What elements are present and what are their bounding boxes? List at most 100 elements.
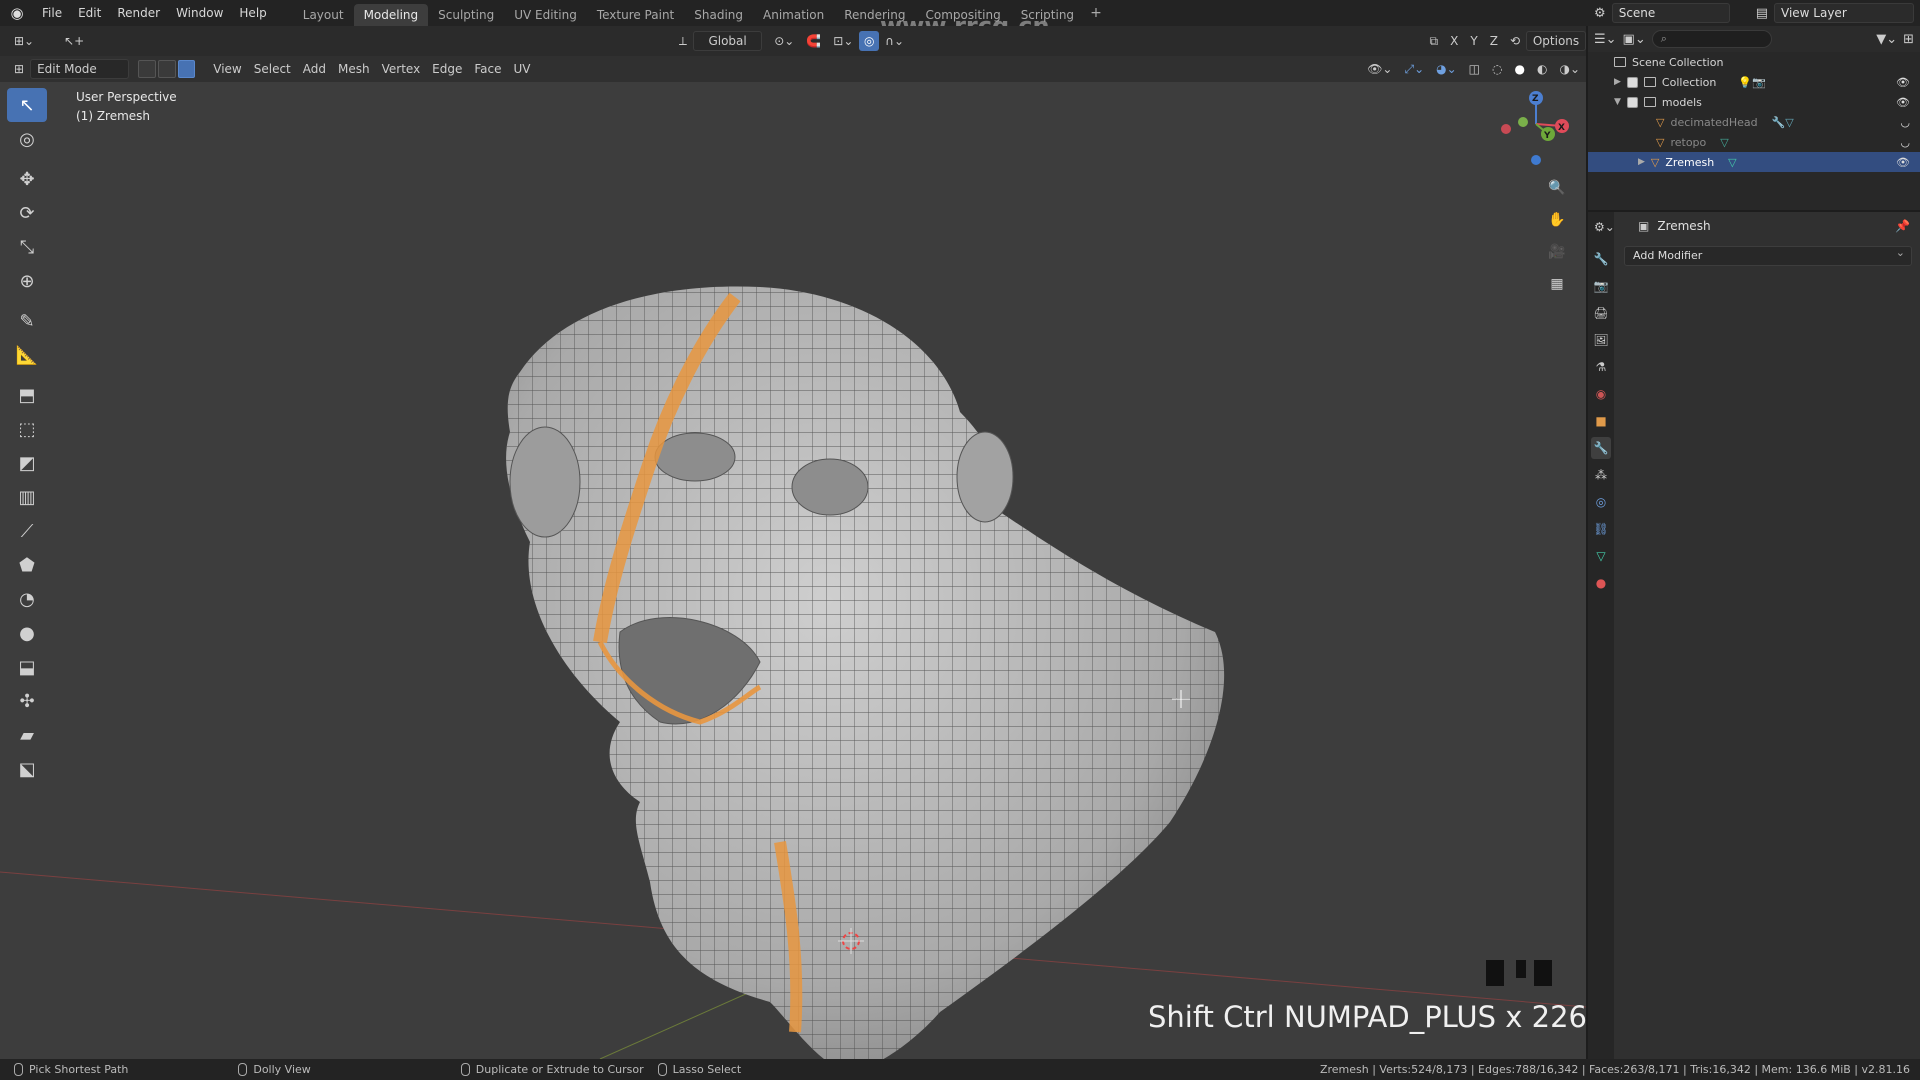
move-tool-icon[interactable]: ✥ bbox=[7, 162, 47, 196]
rip-region-tool-icon[interactable]: ⬕ bbox=[7, 752, 47, 786]
menu-edit[interactable]: Edit bbox=[70, 0, 109, 26]
editor-type-button[interactable]: ⊞ bbox=[8, 59, 30, 79]
world-tab-icon[interactable]: ◉ bbox=[1591, 383, 1611, 405]
modifier-tab-icon[interactable]: 🔧 bbox=[1591, 437, 1611, 459]
new-collection-icon[interactable]: ⊞ bbox=[1903, 32, 1914, 47]
menu-mesh[interactable]: Mesh bbox=[332, 59, 376, 79]
exclude-checkbox[interactable] bbox=[1626, 96, 1638, 108]
menu-view[interactable]: View bbox=[207, 59, 247, 79]
snap-icon[interactable]: 🧲 bbox=[800, 31, 827, 51]
tab-layout[interactable]: Layout bbox=[293, 4, 354, 26]
edge-slide-tool-icon[interactable]: ⬓ bbox=[7, 650, 47, 684]
object-tab-icon[interactable]: ■ bbox=[1591, 410, 1611, 432]
expand-arrow-icon[interactable]: ▶ bbox=[1638, 157, 1645, 167]
particles-tab-icon[interactable]: ⁂ bbox=[1591, 464, 1611, 486]
zoom-icon[interactable]: 🔍 bbox=[1545, 176, 1569, 200]
annotate-tool-icon[interactable]: ✎ bbox=[7, 304, 47, 338]
eye-hidden-icon[interactable]: ◡ bbox=[1900, 136, 1910, 149]
outliner-search-input[interactable]: ⌕ bbox=[1651, 30, 1772, 48]
outliner-row-scene-collection[interactable]: Scene Collection bbox=[1588, 52, 1920, 72]
blender-logo-icon[interactable]: ◉ bbox=[0, 0, 34, 26]
inset-tool-icon[interactable]: ⬚ bbox=[7, 412, 47, 446]
spin-tool-icon[interactable]: ◔ bbox=[7, 582, 47, 616]
axis-z-toggle[interactable]: Z bbox=[1484, 31, 1504, 51]
scene-tab-icon[interactable]: ⚗ bbox=[1591, 356, 1611, 378]
visibility-icon[interactable]: 👁⌄ bbox=[1361, 59, 1398, 79]
rendered-shading-icon[interactable]: ◑⌄ bbox=[1553, 59, 1586, 79]
measure-tool-icon[interactable]: 📐 bbox=[7, 338, 47, 372]
eye-icon[interactable]: 👁 bbox=[1896, 156, 1910, 169]
loop-cut-tool-icon[interactable]: ▥ bbox=[7, 480, 47, 514]
mirror-icon[interactable]: ⧉ bbox=[1424, 31, 1445, 51]
view-layer-icon[interactable]: ▤ bbox=[1756, 6, 1768, 21]
display-mode-icon[interactable]: ▣⌄ bbox=[1623, 32, 1646, 47]
menu-edge[interactable]: Edge bbox=[426, 59, 468, 79]
transform-orientation-icon[interactable]: ⟂ bbox=[673, 31, 693, 51]
bevel-tool-icon[interactable]: ◩ bbox=[7, 446, 47, 480]
face-select-mode-button[interactable] bbox=[177, 60, 196, 78]
menu-vertex[interactable]: Vertex bbox=[376, 59, 427, 79]
eye-icon[interactable]: 👁 bbox=[1896, 96, 1910, 109]
physics-tab-icon[interactable]: ◎ bbox=[1591, 491, 1611, 513]
outliner-row-zremesh[interactable]: ▶ ▽ Zremesh ▽ 👁 bbox=[1588, 152, 1920, 172]
tab-texture-paint[interactable]: Texture Paint bbox=[587, 4, 684, 26]
menu-uv[interactable]: UV bbox=[508, 59, 537, 79]
menu-add[interactable]: Add bbox=[297, 59, 332, 79]
autoweld-icon[interactable]: ⟲ bbox=[1504, 31, 1526, 51]
axis-y-toggle[interactable]: Y bbox=[1464, 31, 1483, 51]
navigation-gizmo[interactable]: Z X Y bbox=[1501, 91, 1569, 165]
viewport-canvas[interactable]: Z X Y bbox=[0, 82, 1586, 1059]
menu-face[interactable]: Face bbox=[468, 59, 507, 79]
shear-tool-icon[interactable]: ▰ bbox=[7, 718, 47, 752]
cursor-tool-icon[interactable]: ◎ bbox=[7, 122, 47, 156]
camera-view-icon[interactable]: 🎥 bbox=[1545, 240, 1569, 264]
exclude-checkbox[interactable] bbox=[1626, 76, 1638, 88]
vertex-select-mode-button[interactable] bbox=[138, 60, 157, 78]
scene-field[interactable]: Scene bbox=[1611, 3, 1730, 23]
eye-hidden-icon[interactable]: ◡ bbox=[1900, 116, 1910, 129]
material-shading-icon[interactable]: ◐ bbox=[1531, 59, 1553, 79]
extrude-tool-icon[interactable]: ⬒ bbox=[7, 378, 47, 412]
expand-arrow-icon[interactable]: ▼ bbox=[1614, 97, 1621, 107]
pivot-icon[interactable]: ⊙⌄ bbox=[768, 31, 800, 51]
props-editor-icon[interactable]: ⚙⌄ bbox=[1594, 220, 1615, 234]
editor-type-icon[interactable]: ⊞⌄ bbox=[8, 31, 40, 51]
render-tab-icon[interactable]: 📷 bbox=[1591, 275, 1611, 297]
view-layer-tab-icon[interactable]: 🖼 bbox=[1591, 329, 1611, 351]
outliner-editor-icon[interactable]: ☰⌄ bbox=[1594, 32, 1617, 47]
view-layer-field[interactable]: View Layer bbox=[1774, 3, 1914, 23]
pin-icon[interactable]: 📌 bbox=[1895, 219, 1910, 233]
pan-hand-icon[interactable]: ✋ bbox=[1545, 208, 1569, 232]
knife-tool-icon[interactable]: ⟋ bbox=[7, 514, 47, 548]
output-tab-icon[interactable]: 🖨 bbox=[1591, 302, 1611, 324]
rotate-tool-icon[interactable]: ⟳ bbox=[7, 196, 47, 230]
xray-toggle-icon[interactable]: ◫ bbox=[1463, 59, 1486, 79]
tab-modeling[interactable]: Modeling bbox=[353, 4, 429, 26]
outliner-row-models[interactable]: ▼ models 👁 bbox=[1588, 92, 1920, 112]
tab-shading[interactable]: Shading bbox=[684, 4, 753, 26]
options-dropdown[interactable]: Options bbox=[1526, 31, 1586, 51]
tab-sculpting[interactable]: Sculpting bbox=[428, 4, 504, 26]
tool-tab-icon[interactable]: 🔧 bbox=[1591, 248, 1611, 270]
expand-arrow-icon[interactable]: ▶ bbox=[1614, 77, 1621, 87]
material-tab-icon[interactable]: ● bbox=[1591, 572, 1611, 594]
solid-shading-icon[interactable]: ● bbox=[1509, 59, 1531, 79]
tab-uv-editing[interactable]: UV Editing bbox=[504, 4, 587, 26]
menu-render[interactable]: Render bbox=[109, 0, 168, 26]
eye-icon[interactable]: 👁 bbox=[1896, 76, 1910, 89]
3d-viewport[interactable]: Z X Y bbox=[0, 82, 1586, 1059]
orientation-dropdown[interactable]: Global bbox=[692, 31, 763, 51]
menu-file[interactable]: File bbox=[34, 0, 70, 26]
scene-icon[interactable]: ⚙ bbox=[1594, 6, 1606, 21]
constraints-tab-icon[interactable]: ⛓ bbox=[1591, 518, 1611, 540]
data-tab-icon[interactable]: ▽ bbox=[1591, 545, 1611, 567]
wireframe-shading-icon[interactable]: ◌ bbox=[1486, 59, 1508, 79]
scale-tool-icon[interactable]: ⤡ bbox=[7, 230, 47, 264]
tab-animation[interactable]: Animation bbox=[753, 4, 834, 26]
mode-dropdown[interactable]: Edit Mode bbox=[30, 59, 129, 79]
edge-select-mode-button[interactable] bbox=[158, 60, 176, 78]
add-workspace-button[interactable]: + bbox=[1084, 5, 1108, 21]
axis-x-toggle[interactable]: X bbox=[1444, 31, 1464, 51]
outliner-row-retopo[interactable]: ▽ retopo ▽ ◡ bbox=[1588, 132, 1920, 152]
menu-select[interactable]: Select bbox=[248, 59, 297, 79]
